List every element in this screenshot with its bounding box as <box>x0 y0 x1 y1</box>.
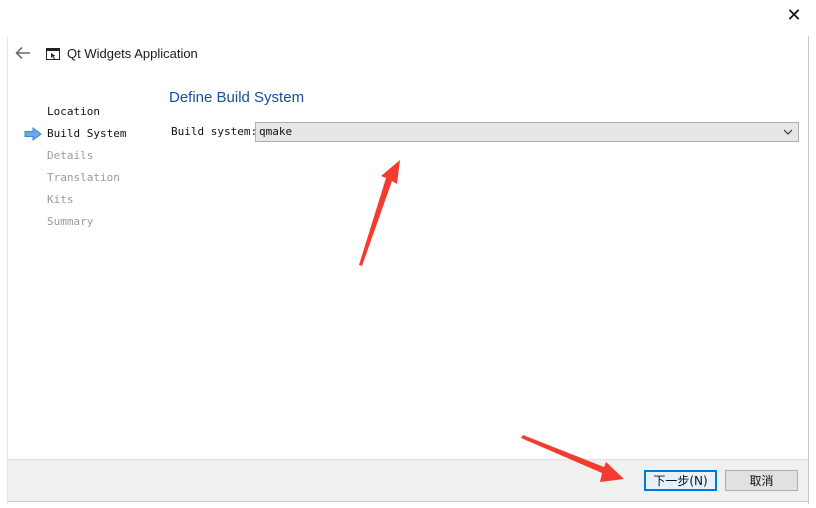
step-label: Build System <box>47 127 127 140</box>
close-button[interactable]: ✕ <box>776 0 812 30</box>
build-system-select[interactable]: qmake <box>255 122 799 142</box>
chevron-down-icon <box>783 129 793 135</box>
current-step-arrow-icon <box>24 127 42 141</box>
annotation-overlay <box>359 160 624 482</box>
step-label: Kits <box>47 193 74 206</box>
step-summary: Summary <box>24 214 164 236</box>
next-button-label: 下一步(N) <box>653 474 708 488</box>
wizard-steps: Location Build System Details Translatio… <box>24 104 164 236</box>
wizard-header: Qt Widgets Application <box>0 38 808 72</box>
window-frame-left <box>7 36 8 504</box>
back-arrow-icon <box>15 46 30 60</box>
close-icon: ✕ <box>786 4 802 26</box>
annotation-arrow-to-select <box>359 160 400 266</box>
step-label: Details <box>47 149 94 162</box>
step-label: Summary <box>47 215 94 228</box>
step-build-system: Build System <box>24 126 164 148</box>
step-translation: Translation <box>24 170 164 192</box>
build-system-value: qmake <box>259 125 293 138</box>
cancel-button[interactable]: 取消 <box>725 470 798 491</box>
window-frame-right <box>808 36 809 504</box>
wizard-window: ✕ Qt Widgets Application Location Build … <box>0 0 816 508</box>
step-label: Translation <box>47 171 120 184</box>
next-button[interactable]: 下一步(N) <box>644 470 717 491</box>
wizard-footer: 下一步(N) 取消 <box>8 459 808 501</box>
step-location: Location <box>24 104 164 126</box>
step-kits: Kits <box>24 192 164 214</box>
cancel-button-label: 取消 <box>749 474 774 488</box>
page-title: Define Build System <box>169 89 305 106</box>
back-button[interactable] <box>12 42 34 64</box>
step-details: Details <box>24 148 164 170</box>
app-window-icon <box>46 48 60 60</box>
build-system-label: Build system: <box>171 125 258 138</box>
window-frame-bottom <box>8 501 809 502</box>
wizard-title: Qt Widgets Application <box>67 46 198 61</box>
step-label: Location <box>47 105 100 118</box>
